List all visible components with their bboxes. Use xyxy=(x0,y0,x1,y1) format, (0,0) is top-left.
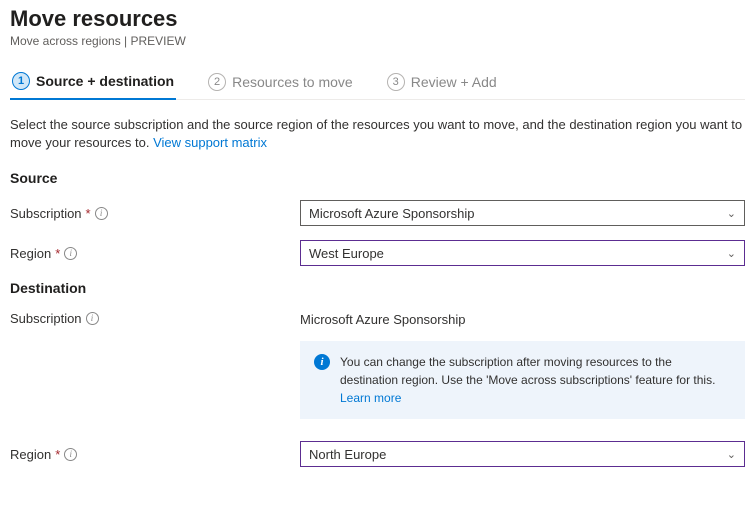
chevron-down-icon: ⌄ xyxy=(727,207,736,220)
destination-region-row: Region * i North Europe ⌄ xyxy=(10,441,745,467)
tab-step-number: 1 xyxy=(12,72,30,90)
field-label: Region xyxy=(10,246,51,261)
source-region-select[interactable]: West Europe ⌄ xyxy=(300,240,745,266)
field-label: Subscription xyxy=(10,311,82,326)
field-label: Region xyxy=(10,447,51,462)
view-support-matrix-link[interactable]: View support matrix xyxy=(153,135,267,150)
required-asterisk: * xyxy=(86,206,91,221)
tab-label: Source + destination xyxy=(36,73,174,89)
wizard-tabs: 1 Source + destination 2 Resources to mo… xyxy=(10,66,745,100)
tab-step-number: 3 xyxy=(387,73,405,91)
tab-label: Review + Add xyxy=(411,74,497,90)
destination-subscription-row: Subscription i Microsoft Azure Sponsorsh… xyxy=(10,310,745,327)
tab-resources-to-move[interactable]: 2 Resources to move xyxy=(206,66,355,99)
source-heading: Source xyxy=(10,170,745,186)
info-callout: i You can change the subscription after … xyxy=(300,341,745,419)
info-icon[interactable]: i xyxy=(64,247,77,260)
required-asterisk: * xyxy=(55,246,60,261)
field-label: Subscription xyxy=(10,206,82,221)
required-asterisk: * xyxy=(55,447,60,462)
destination-heading: Destination xyxy=(10,280,745,296)
chevron-down-icon: ⌄ xyxy=(727,448,736,461)
select-value: North Europe xyxy=(309,447,386,462)
info-icon[interactable]: i xyxy=(86,312,99,325)
destination-region-select[interactable]: North Europe ⌄ xyxy=(300,441,745,467)
source-subscription-row: Subscription * i Microsoft Azure Sponsor… xyxy=(10,200,745,226)
info-callout-text: You can change the subscription after mo… xyxy=(340,355,715,387)
tab-label: Resources to move xyxy=(232,74,353,90)
chevron-down-icon: ⌄ xyxy=(727,247,736,260)
info-icon[interactable]: i xyxy=(64,448,77,461)
tab-source-destination[interactable]: 1 Source + destination xyxy=(10,66,176,100)
page-title: Move resources xyxy=(10,6,745,32)
tab-step-number: 2 xyxy=(208,73,226,91)
select-value: Microsoft Azure Sponsorship xyxy=(309,206,474,221)
tab-review-add[interactable]: 3 Review + Add xyxy=(385,66,499,99)
intro-text: Select the source subscription and the s… xyxy=(10,116,745,152)
source-region-row: Region * i West Europe ⌄ xyxy=(10,240,745,266)
info-icon: i xyxy=(314,354,330,370)
learn-more-link[interactable]: Learn more xyxy=(340,391,401,405)
info-icon[interactable]: i xyxy=(95,207,108,220)
source-subscription-select[interactable]: Microsoft Azure Sponsorship ⌄ xyxy=(300,200,745,226)
page-subtitle: Move across regions | PREVIEW xyxy=(10,34,745,48)
select-value: West Europe xyxy=(309,246,384,261)
destination-subscription-value: Microsoft Azure Sponsorship xyxy=(300,310,745,327)
